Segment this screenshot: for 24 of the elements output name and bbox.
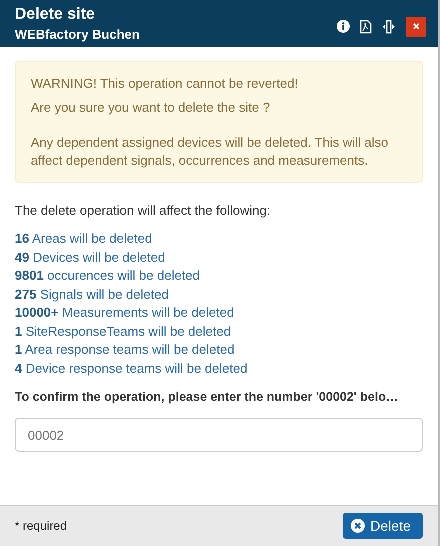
intro-text: The delete operation will affect the following: bbox=[15, 203, 272, 218]
warning-text: Any dependent assigned devices will be deleted. This will also affect dependent signals, occurrences and measurements. bbox=[31, 134, 390, 170]
effect-item: 1 SiteResponseTeams will be deleted bbox=[15, 322, 232, 341]
effect-item: 49 Devices will be deleted bbox=[15, 248, 166, 266]
effect-item: 275 Signals will be deleted bbox=[15, 286, 170, 304]
window-title: Delete site bbox=[15, 4, 96, 24]
confirm-label: To confirm the operation, please enter the number '00002' belo… bbox=[15, 390, 400, 404]
effect-item: 1 Area response teams will be deleted bbox=[15, 341, 236, 359]
effect-item: 9801 occurences will be deleted bbox=[15, 267, 202, 285]
effect-item: 10000+ Measurements will be deleted bbox=[15, 304, 236, 322]
resize-icon[interactable] bbox=[382, 20, 396, 34]
warning-text: WARNING! This operation cannot be reverted! bbox=[31, 75, 300, 93]
delete-circle-icon bbox=[350, 519, 365, 533]
info-icon[interactable] bbox=[337, 20, 350, 33]
window-subtitle: WEBfactory Buchen bbox=[15, 26, 140, 42]
pdf-icon[interactable] bbox=[360, 20, 372, 34]
close-icon bbox=[412, 23, 420, 30]
confirm-input-field[interactable]: 00002 bbox=[15, 418, 423, 452]
required-note: * required bbox=[15, 519, 68, 533]
effect-item: 16 Areas will be deleted bbox=[15, 230, 154, 248]
close-button[interactable] bbox=[406, 16, 426, 36]
effect-item: 4 Device response teams will be deleted bbox=[15, 360, 249, 378]
delete-button[interactable]: Delete bbox=[342, 513, 423, 539]
warning-text: Are you sure you want to delete the site ? bbox=[31, 99, 272, 117]
